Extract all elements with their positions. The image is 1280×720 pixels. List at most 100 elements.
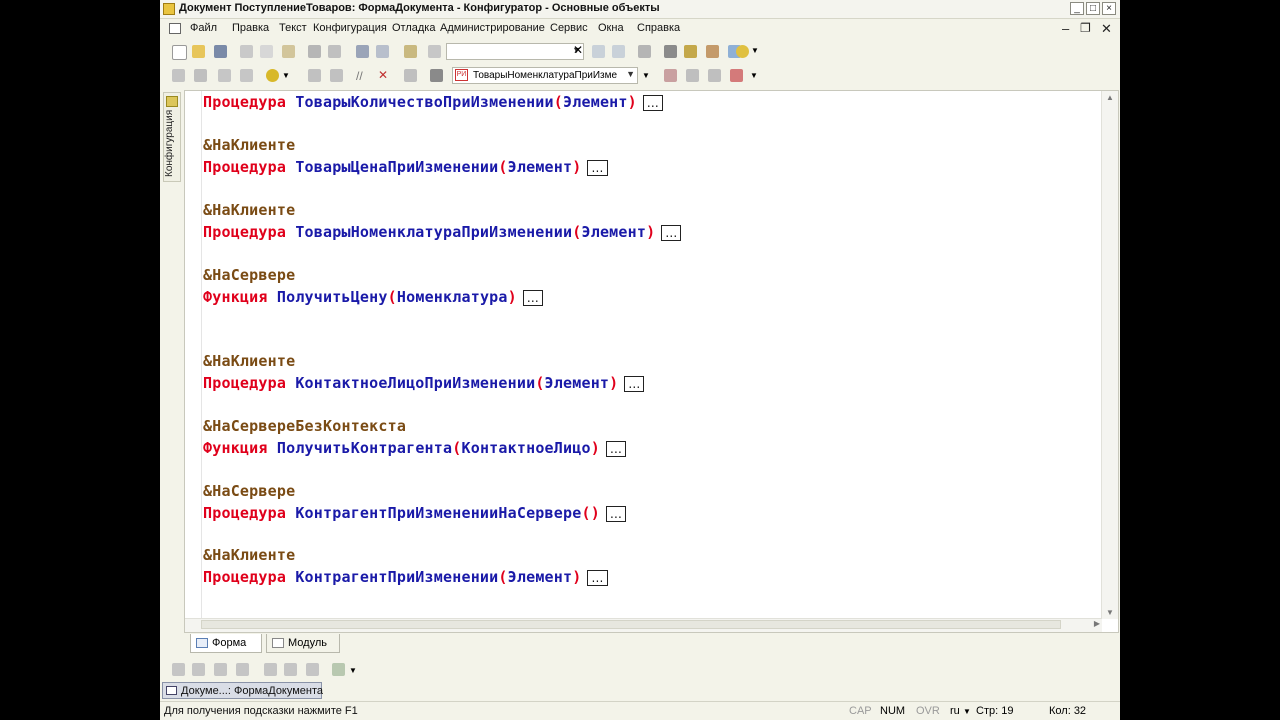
taskbar-item-form[interactable]: Докуме...: ФормаДокумента xyxy=(162,682,323,699)
breakpoint-icon[interactable] xyxy=(308,69,321,82)
indent-icon[interactable] xyxy=(172,69,185,82)
vertical-scrollbar[interactable]: ▲ ▼ xyxy=(1101,91,1118,619)
directive-text: &НаСервереБезКонтекста xyxy=(203,417,407,435)
outdent-icon[interactable] xyxy=(194,69,207,82)
flag-prev-icon[interactable] xyxy=(214,663,227,676)
block-icon[interactable] xyxy=(218,69,231,82)
collapsed-block-button[interactable]: ... xyxy=(587,569,608,586)
open-icon[interactable] xyxy=(192,45,205,58)
format-icon[interactable] xyxy=(404,69,417,82)
open-paren: ( xyxy=(387,288,397,306)
chevron-down-icon[interactable]: ▼ xyxy=(349,666,357,675)
menu-file[interactable]: Файл xyxy=(190,22,217,34)
window-icon[interactable] xyxy=(638,45,651,58)
open-paren: ( xyxy=(498,158,508,176)
comment-icon[interactable]: // xyxy=(356,69,363,83)
keyword: Процедура xyxy=(203,568,287,586)
find-prev-icon[interactable] xyxy=(612,45,625,58)
procedure-name: ПолучитьЦену xyxy=(276,288,388,306)
find-in-icon[interactable] xyxy=(404,45,417,58)
tab-module[interactable]: Модуль xyxy=(266,634,340,653)
tools-icon[interactable] xyxy=(664,45,677,58)
procedure-icon[interactable] xyxy=(430,69,443,82)
code-area[interactable]: +Процедура ТоварыКоличествоПриИзменении(… xyxy=(203,91,1098,621)
list-indent-icon[interactable] xyxy=(284,663,297,676)
lang-chevron-down-icon[interactable]: ▼ xyxy=(963,707,971,716)
menu-debug[interactable]: Отладка xyxy=(392,22,435,34)
configuration-panel-tab[interactable]: Конфигурация xyxy=(163,92,181,182)
mdi-close-icon[interactable]: ✕ xyxy=(1101,21,1112,37)
collapsed-block-button[interactable]: ... xyxy=(522,289,543,306)
menu-service[interactable]: Сервис xyxy=(550,22,588,34)
chevron-down-icon[interactable]: ▼ xyxy=(626,69,635,79)
menu-administration[interactable]: Администрирование xyxy=(440,22,545,34)
scroll-up-icon[interactable]: ▲ xyxy=(1106,93,1114,102)
cut-icon[interactable] xyxy=(240,45,253,58)
menu-text[interactable]: Текст xyxy=(279,22,307,34)
scroll-down-icon[interactable]: ▼ xyxy=(1106,608,1114,617)
chevron-down-icon[interactable]: ▼ xyxy=(751,46,759,55)
collapsed-block-button[interactable]: ... xyxy=(587,159,608,176)
horizontal-scroll-thumb[interactable] xyxy=(201,620,1061,629)
collapsed-block-button[interactable]: ... xyxy=(605,505,626,522)
system-menu-icon[interactable] xyxy=(169,23,181,34)
procedure-combo[interactable]: РИ ТоварыНоменклатураПриИзме ▼ xyxy=(452,67,638,84)
code-editor[interactable]: +Процедура ТоварыКоличествоПриИзменении(… xyxy=(184,90,1119,633)
delete-icon[interactable] xyxy=(730,69,743,82)
maximize-icon[interactable]: □ xyxy=(1086,2,1100,15)
save-icon[interactable] xyxy=(214,45,227,58)
menu-windows[interactable]: Окна xyxy=(598,22,624,34)
macro-icon[interactable] xyxy=(664,69,677,82)
collapsed-block-button[interactable]: ... xyxy=(661,224,682,241)
search-icon[interactable] xyxy=(428,45,441,58)
chevron-down-icon[interactable]: ▼ xyxy=(282,71,290,80)
minimize-icon[interactable]: _ xyxy=(1070,2,1084,15)
bookmark-icon[interactable] xyxy=(330,69,343,82)
scroll-right-icon[interactable]: ▶ xyxy=(1094,619,1100,628)
chevron-down-icon[interactable]: ▼ xyxy=(642,71,650,80)
close-icon[interactable]: × xyxy=(1102,2,1116,15)
chevron-down-icon[interactable]: ▼ xyxy=(750,71,758,80)
tab-form[interactable]: Форма xyxy=(190,634,262,653)
clear-search-icon[interactable]: ✕ xyxy=(573,43,583,57)
find-next-icon[interactable] xyxy=(592,45,605,58)
collapsed-block-button[interactable]: ... xyxy=(605,440,626,457)
run-icon[interactable] xyxy=(266,69,279,82)
undo-icon[interactable] xyxy=(356,45,369,58)
directive-text: &НаКлиенте xyxy=(203,546,296,564)
move-down-icon[interactable] xyxy=(708,69,721,82)
redo-icon[interactable] xyxy=(376,45,389,58)
horizontal-scrollbar[interactable]: ▶ xyxy=(185,618,1102,632)
collapsed-block-button[interactable]: ... xyxy=(624,375,645,392)
flag-icon[interactable] xyxy=(172,663,185,676)
open-paren: ( xyxy=(535,374,545,392)
flag-next-icon[interactable] xyxy=(192,663,205,676)
export-icon[interactable] xyxy=(332,663,345,676)
preview-icon[interactable] xyxy=(328,45,341,58)
status-lang[interactable]: ru xyxy=(950,705,960,717)
search-combo[interactable]: ▼ xyxy=(446,43,584,60)
copy-icon[interactable] xyxy=(260,45,273,58)
assistant-icon[interactable] xyxy=(684,45,697,58)
menu-edit[interactable]: Правка xyxy=(232,22,269,34)
wrap-icon[interactable] xyxy=(240,69,253,82)
syntax-icon[interactable] xyxy=(706,45,719,58)
menu-configuration[interactable]: Конфигурация xyxy=(313,22,387,34)
list-outdent-icon[interactable] xyxy=(306,663,319,676)
procedure-declaration: +Процедура КонтрагентПриИзмененииНаСерве… xyxy=(203,504,626,522)
list-icon[interactable] xyxy=(264,663,277,676)
new-icon[interactable] xyxy=(172,45,187,60)
menu-help[interactable]: Справка xyxy=(637,22,680,34)
tab-form-label: Форма xyxy=(212,637,247,649)
uncomment-icon[interactable]: ✕ xyxy=(378,68,388,82)
flag-clear-icon[interactable] xyxy=(236,663,249,676)
mdi-restore-icon[interactable]: ❐ xyxy=(1080,21,1091,35)
status-bar: Для получения подсказки нажмите F1 CAP N… xyxy=(160,701,1120,720)
paste-icon[interactable] xyxy=(282,45,295,58)
mdi-minimize-icon[interactable]: – xyxy=(1062,21,1069,36)
parameters: Элемент xyxy=(507,158,573,176)
print-icon[interactable] xyxy=(308,45,321,58)
move-up-icon[interactable] xyxy=(686,69,699,82)
collapsed-block-button[interactable]: ... xyxy=(642,94,663,111)
help-icon[interactable] xyxy=(736,45,749,58)
